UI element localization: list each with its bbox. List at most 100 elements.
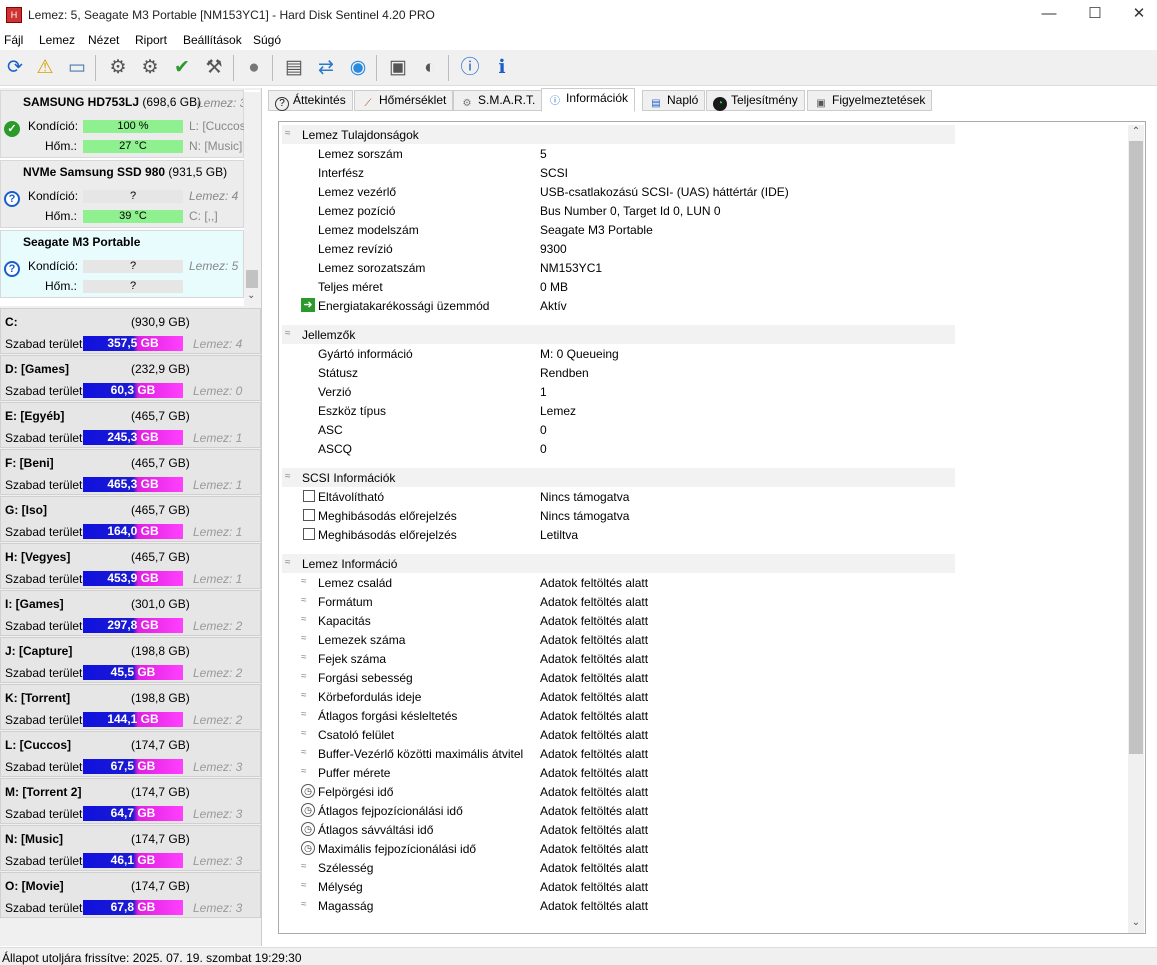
volume-disk: Lemez: 1 (193, 431, 243, 445)
info-value: Adatok feltöltés alatt (540, 652, 649, 666)
maximize-button[interactable]: ☐ (1072, 0, 1118, 30)
section-icon: ≈ (285, 328, 291, 339)
section-header[interactable]: ≈ Jellemzők (282, 325, 955, 344)
volume-item[interactable]: E: [Egyéb] (465,7 GB) Szabad terület 245,3 … (0, 402, 261, 448)
volume-item[interactable]: J: [Capture] (198,8 GB) Szabad terület 45,5… (0, 637, 261, 683)
tab-smart[interactable]: ⚙ S.M.A.R.T. (453, 90, 543, 111)
disk-name: NVMe Samsung SSD 980 (931,5 GB) (23, 165, 228, 179)
menu-file[interactable]: Fájl (4, 33, 23, 47)
volume-item[interactable]: D: [Games] (232,9 GB) Szabad terület 60,3 G… (0, 355, 261, 401)
checkbox[interactable] (303, 528, 315, 540)
menu-help[interactable]: Súgó (253, 33, 281, 47)
free-space-label: Szabad terület (5, 760, 83, 774)
info-key: Szélesség (318, 861, 374, 875)
info-key: Átlagos sávváltási idő (318, 823, 434, 837)
info-value: Adatok feltöltés alatt (540, 614, 649, 628)
network-icon[interactable]: ◉ (344, 54, 372, 82)
volume-name: L: [Cuccos] (5, 738, 71, 752)
info-row: Gyártó információ M: 0 Queueing (279, 344, 969, 363)
volume-item[interactable]: I: [Games] (301,0 GB) Szabad terület 297,8 … (0, 590, 261, 636)
disk-item[interactable]: NVMe Samsung SSD 980 (931,5 GB) ? Kondíc… (0, 160, 244, 228)
info-key: Státusz (318, 366, 359, 380)
volume-item[interactable]: K: [Torrent] (198,8 GB) Szabad terület 144,… (0, 684, 261, 730)
volume-name: C: (5, 315, 18, 329)
sync-icon[interactable]: ⇄ (312, 54, 340, 82)
free-space-label: Szabad terület (5, 337, 83, 351)
about-icon[interactable]: ℹ (488, 54, 516, 82)
info-value: 9300 (540, 242, 567, 256)
info-row: Eltávolítható Nincs támogatva (279, 487, 969, 506)
volume-item[interactable]: G: [Iso] (465,7 GB) Szabad terület 164,0 GB… (0, 496, 261, 542)
volume-item[interactable]: O: [Movie] (174,7 GB) Szabad terület 67,8 G… (0, 872, 261, 918)
disk-check-icon[interactable]: ✔ (168, 54, 196, 82)
info-value: NM153YC1 (540, 261, 603, 275)
tab-information[interactable]: ⓘ Információk (541, 88, 636, 112)
info-key: Formátum (318, 595, 373, 609)
info-row: ≈ Mélység Adatok feltöltés alatt (279, 877, 969, 896)
volume-item[interactable]: M: [Torrent 2] (174,7 GB) Szabad terület 64… (0, 778, 261, 824)
disk-item[interactable]: SAMSUNG HD753LJ (698,6 GB) Lemez: 3 ✓ Ko… (0, 90, 245, 158)
unknown-status-icon: ? (4, 191, 20, 207)
volume-item[interactable]: N: [Music] (174,7 GB) Szabad terület 46,1 G… (0, 825, 261, 871)
stop-icon[interactable]: ● (240, 54, 268, 82)
info-value: 0 (540, 423, 547, 437)
info-row: ≈ Csatoló felület Adatok feltöltés alatt (279, 725, 969, 744)
volume-item[interactable]: H: [Vegyes] (465,7 GB) Szabad terület 453,9… (0, 543, 261, 589)
menu-view[interactable]: Nézet (88, 33, 119, 47)
scroll-thumb[interactable] (246, 270, 258, 288)
volume-item[interactable]: F: [Beni] (465,7 GB) Szabad terület 465,3 G… (0, 449, 261, 495)
info-key: Interfész (318, 166, 365, 180)
checkbox[interactable] (303, 490, 315, 502)
scroll-down-icon[interactable]: ⌄ (247, 290, 255, 301)
disk-surface-icon[interactable]: ⚙ (136, 54, 164, 82)
disk-details-icon[interactable]: ▭ (63, 54, 91, 82)
tab-temperature[interactable]: ⟋ Hőmérséklet (354, 90, 454, 111)
disk-list-scrollbar[interactable]: ⌄ (244, 92, 260, 306)
menu-disk[interactable]: Lemez (39, 33, 75, 47)
scroll-up-icon[interactable]: ⌃ (1130, 126, 1142, 140)
close-button[interactable]: ✕ (1116, 0, 1157, 30)
free-space-label: Szabad terület (5, 807, 83, 821)
tab-performance[interactable]: ◔ Teljesítmény (706, 90, 805, 111)
info-row: ASC 0 (279, 420, 969, 439)
refresh-icon[interactable]: ⟳ (1, 54, 29, 82)
info-value: Lemez (540, 404, 577, 418)
speaker-icon[interactable]: ◐ (416, 54, 444, 82)
status-text: Állapot utoljára frissítve: 2025. 07. 19… (2, 951, 302, 965)
laptop-icon[interactable]: ▣ (384, 54, 412, 82)
disk-tool-icon[interactable]: ⚒ (200, 54, 228, 82)
menu-settings[interactable]: Beállítások (183, 33, 242, 47)
disk-item-selected[interactable]: Seagate M3 Portable ? Kondíció: ? Lemez:… (0, 230, 244, 298)
info-value: Aktív (540, 299, 567, 313)
free-space-label: Szabad terület (5, 478, 83, 492)
disk-test-icon[interactable]: ⚙ (104, 54, 132, 82)
volume-item[interactable]: C: (930,9 GB) Szabad terület 357,5 GB Lemez:… (0, 308, 261, 354)
volume-disk: Lemez: 4 (193, 337, 243, 351)
tab-overview[interactable]: ? Áttekintés (268, 90, 353, 111)
volume-item[interactable]: L: [Cuccos] (174,7 GB) Szabad terület 67,5 … (0, 731, 261, 777)
volume-name: M: [Torrent 2] (5, 785, 82, 799)
checkbox[interactable] (303, 509, 315, 521)
section-header[interactable]: ≈ SCSI Információk (282, 468, 955, 487)
section-header[interactable]: ≈ Lemez Tulajdonságok (282, 125, 955, 144)
temperature-label: Hőm.: (45, 139, 78, 153)
tab-log[interactable]: ▤ Napló (642, 90, 706, 111)
volume-disk: Lemez: 2 (193, 713, 243, 727)
warning-icon[interactable]: ⚠ (31, 54, 59, 82)
free-space-bar: 357,5 GB (83, 336, 183, 351)
scroll-down-icon[interactable]: ⌄ (1130, 917, 1142, 931)
free-space-bar: 144,1 GB (83, 712, 183, 727)
section-title: Lemez Tulajdonságok (302, 128, 419, 142)
volume-name: G: [Iso] (5, 503, 47, 517)
volume-total: (465,7 GB) (131, 503, 190, 517)
report-icon[interactable]: ▤ (280, 54, 308, 82)
help-icon[interactable]: ⓘ (456, 54, 484, 82)
menu-report[interactable]: Riport (135, 33, 167, 47)
minimize-button[interactable]: — (1026, 0, 1072, 30)
section-header[interactable]: ≈ Lemez Információ (282, 554, 955, 573)
info-value: Nincs támogatva (540, 490, 630, 504)
clock-icon: ◷ (301, 841, 315, 855)
tab-alerts[interactable]: ▣ Figyelmeztetések (807, 90, 933, 111)
volume-name: O: [Movie] (5, 879, 64, 893)
content-scroll-thumb[interactable] (1129, 141, 1143, 754)
